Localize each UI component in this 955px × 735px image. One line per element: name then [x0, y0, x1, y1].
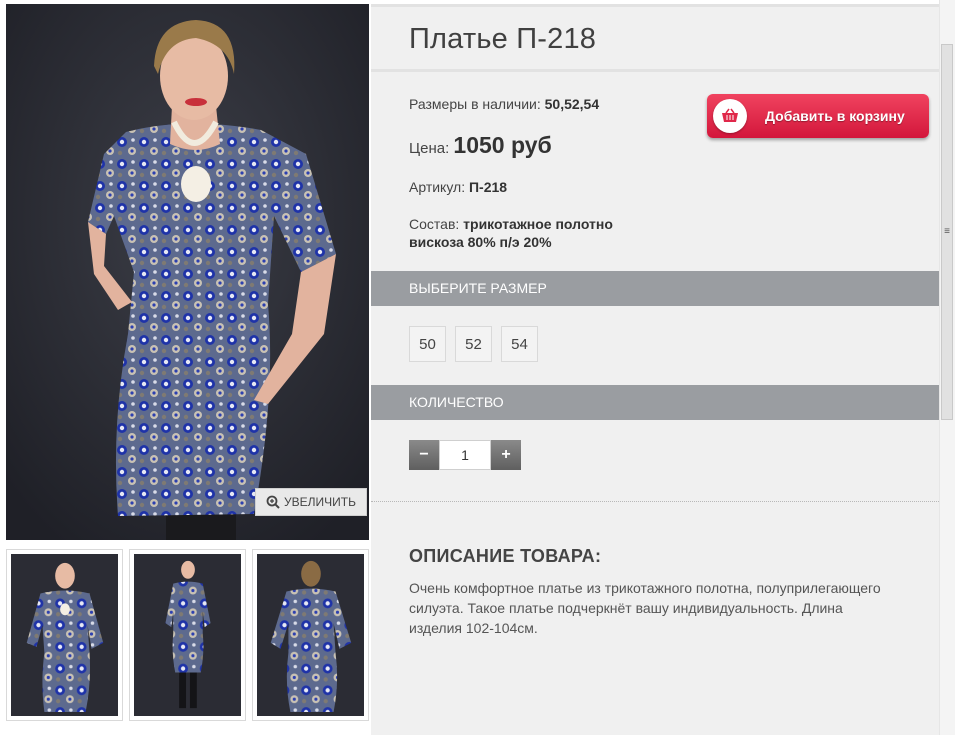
quantity-section-heading: КОЛИЧЕСТВО	[371, 385, 939, 420]
composition-label: Состав:	[409, 216, 460, 232]
composition-line-1: трикотажное полотно	[463, 216, 613, 232]
sku: Артикул: П-218	[409, 179, 507, 195]
thumbnail-image-back	[257, 554, 364, 716]
available-sizes-label: Размеры в наличии:	[409, 96, 541, 112]
quantity-input[interactable]	[439, 440, 491, 470]
thumbnail-1[interactable]	[6, 549, 123, 721]
thumbnail-2[interactable]	[129, 549, 246, 721]
basket-icon	[722, 108, 738, 122]
product-info-panel: Платье П-218 Размеры в наличии: 50,52,54…	[371, 4, 939, 735]
thumbnail-image-front	[11, 554, 118, 716]
add-to-cart-label: Добавить в корзину	[765, 108, 905, 124]
thumbnail-strip	[6, 549, 369, 721]
grip-icon: ≡	[944, 226, 950, 237]
quantity-decrease-button[interactable]: −	[409, 440, 439, 470]
magnifier-plus-icon	[266, 495, 280, 509]
add-to-cart-button[interactable]: Добавить в корзину	[707, 94, 929, 138]
product-title: Платье П-218	[409, 23, 597, 55]
section-divider	[371, 501, 939, 502]
quantity-increase-button[interactable]: +	[491, 440, 521, 470]
scrollbar-thumb[interactable]: ≡	[941, 44, 953, 420]
available-sizes-value: 50,52,54	[544, 96, 600, 112]
size-options: 50 52 54	[409, 326, 538, 362]
zoom-button[interactable]: УВЕЛИЧИТЬ	[255, 488, 367, 516]
sku-value: П-218	[468, 179, 508, 195]
composition: Состав: трикотажное полотно вискоза 80% …	[409, 215, 613, 251]
quantity-stepper: − +	[409, 440, 521, 470]
sku-label: Артикул:	[409, 179, 466, 195]
price: Цена: 1050 руб	[409, 132, 552, 159]
size-section-heading: ВЫБЕРИТЕ РАЗМЕР	[371, 271, 939, 306]
product-main-photo[interactable]: УВЕЛИЧИТЬ	[6, 4, 369, 540]
price-value: 1050 руб	[453, 132, 552, 158]
description-heading: ОПИСАНИЕ ТОВАРА:	[409, 546, 602, 566]
description-text: Очень комфортное платье из трикотажного …	[409, 580, 881, 636]
composition-line-2: вискоза 80% п/э 20%	[409, 234, 552, 250]
zoom-label: УВЕЛИЧИТЬ	[284, 495, 356, 509]
thumbnail-3[interactable]	[252, 549, 369, 721]
size-option-52[interactable]: 52	[455, 326, 492, 362]
thumbnail-image-full	[134, 554, 241, 716]
model-photo	[6, 4, 369, 540]
price-label: Цена:	[409, 140, 450, 157]
size-option-50[interactable]: 50	[409, 326, 446, 362]
cart-icon-circle	[713, 99, 747, 133]
title-bar: Платье П-218	[371, 4, 939, 72]
available-sizes: Размеры в наличии: 50,52,54	[409, 96, 599, 112]
size-option-54[interactable]: 54	[501, 326, 538, 362]
